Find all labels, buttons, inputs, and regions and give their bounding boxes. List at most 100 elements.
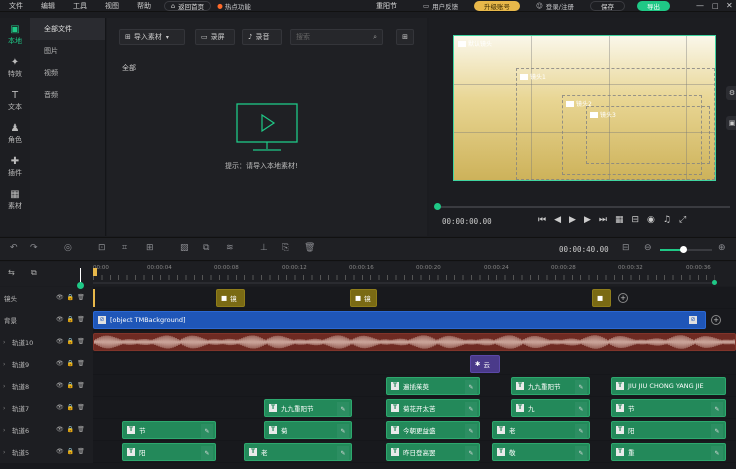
edit-pen-icon[interactable]: ✎ xyxy=(201,446,213,460)
track-controls[interactable]: 👁🔒🗑 xyxy=(56,338,88,345)
background-clip[interactable]: ⊘ [object TMBackground] ⊘ xyxy=(93,311,706,329)
upgrade-button[interactable]: 升级账号 xyxy=(474,0,520,11)
record-icon[interactable]: ◎ xyxy=(64,243,72,253)
edit-pen-icon[interactable]: ✎ xyxy=(575,402,587,416)
menu-tools[interactable]: 工具 xyxy=(64,1,96,11)
menu-help[interactable]: 帮助 xyxy=(128,1,160,11)
text-clip[interactable]: T 阳 ✎ xyxy=(122,443,216,461)
text-clip[interactable]: T 节 ✎ xyxy=(611,399,726,417)
track-controls[interactable]: 👁🔒🗑 xyxy=(56,360,88,367)
grid-overlay-icon[interactable]: ▦ xyxy=(615,215,624,225)
edit-pen-icon[interactable]: ✎ xyxy=(711,424,723,438)
fit-timeline-icon[interactable]: ⊟ xyxy=(622,243,630,253)
text-clip[interactable]: T 九 ✎ xyxy=(511,399,590,417)
snap-icon[interactable]: ⇆ xyxy=(8,268,15,277)
edit-pen-icon[interactable]: ✎ xyxy=(337,446,349,460)
audio-clip[interactable] xyxy=(93,333,736,351)
edit-pen-icon[interactable]: ✎ xyxy=(201,424,213,438)
nav-effects[interactable]: ✦ 特效 xyxy=(0,51,30,84)
volume-icon[interactable]: ♫ xyxy=(663,215,671,225)
edit-pen-icon[interactable]: ✎ xyxy=(465,446,477,460)
nav-local[interactable]: ▣ 本地 xyxy=(0,18,30,51)
import-media-button[interactable]: ⊞ 导入素材 ▾ xyxy=(119,29,185,45)
timeline-ruler[interactable]: ⇆ ⧉ 00:00 00:00:04 00:00:08 00:00:12 00:… xyxy=(0,262,736,286)
step-forward-icon[interactable]: ▶ xyxy=(584,215,591,225)
timeline-end-marker[interactable] xyxy=(712,280,717,285)
login-button[interactable]: ☺ 登录/注册 xyxy=(536,1,574,11)
zoom-slider-handle[interactable] xyxy=(680,246,687,253)
text-clip[interactable]: T 节 ✎ xyxy=(122,421,216,439)
text-clip[interactable]: T 老 ✎ xyxy=(244,443,352,461)
edit-pen-icon[interactable]: ✎ xyxy=(711,402,723,416)
track-controls[interactable]: 👁🔒🗑 xyxy=(56,448,88,455)
preview-progress-handle[interactable] xyxy=(434,203,441,210)
record-screen-button[interactable]: ▭ 录屏 xyxy=(195,29,235,45)
nav-text[interactable]: T 文本 xyxy=(0,84,30,117)
hot-features-button[interactable]: ● 热点功能 xyxy=(217,1,251,11)
category-images[interactable]: 图片 xyxy=(30,40,105,62)
add-background-icon[interactable]: + xyxy=(711,315,721,325)
text-clip[interactable]: T 老 ✎ xyxy=(492,421,590,439)
maximize-icon[interactable]: □ xyxy=(712,2,719,10)
camera-clip[interactable]: ■ xyxy=(592,289,611,307)
menu-edit[interactable]: 编辑 xyxy=(32,1,64,11)
category-videos[interactable]: 视频 xyxy=(30,62,105,84)
edit-pen-icon[interactable]: ✎ xyxy=(465,380,477,394)
fit-icon[interactable]: ⊟ xyxy=(632,215,640,225)
menu-file[interactable]: 文件 xyxy=(0,1,32,11)
edit-pen-icon[interactable]: ✎ xyxy=(465,402,477,416)
edit-pen-icon[interactable]: ✎ xyxy=(711,446,723,460)
edit-pen-icon[interactable]: ✎ xyxy=(337,402,349,416)
feedback-button[interactable]: ▭ 用户反馈 xyxy=(423,1,458,11)
snapshot-icon[interactable]: ◉ xyxy=(647,215,655,225)
record-audio-button[interactable]: ♪ 录音 xyxy=(242,29,282,45)
split-icon[interactable]: ⊞ xyxy=(146,243,154,253)
timeline-start-marker[interactable] xyxy=(93,268,97,276)
track-controls[interactable]: 👁🔒🗑 xyxy=(56,382,88,389)
edit-pen-icon[interactable]: ✎ xyxy=(575,424,587,438)
text-clip[interactable]: T 昨日登高罢 ✎ xyxy=(386,443,480,461)
fullscreen-icon[interactable]: ⤢ xyxy=(679,215,686,225)
side-tool-icon[interactable]: ⚙ xyxy=(726,86,736,100)
zoom-out-icon[interactable]: ⊖ xyxy=(644,243,652,253)
lock-side-icon[interactable]: ▣ xyxy=(726,116,736,130)
text-clip[interactable]: T 九九重阳节 ✎ xyxy=(264,399,352,417)
text-clip[interactable]: T 遍插茱萸 ✎ xyxy=(386,377,480,395)
cut-icon[interactable]: ⊥ xyxy=(260,243,268,253)
layers-icon[interactable]: ≋ xyxy=(226,243,234,253)
search-icon[interactable]: ⌕ xyxy=(373,33,377,42)
text-clip[interactable]: T JIU JIU CHONG YANG JIE xyxy=(611,377,726,395)
zoom-in-icon[interactable]: ⊕ xyxy=(718,243,726,253)
text-clip[interactable]: T 菊 ✎ xyxy=(264,421,352,439)
text-clip[interactable]: T 重 ✎ xyxy=(611,443,726,461)
back-home-button[interactable]: ⌂ 返回首页 xyxy=(164,0,212,11)
text-clip[interactable]: T 菊花开太苦 ✎ xyxy=(386,399,480,417)
camera-clip[interactable]: ■ 镜 xyxy=(216,289,245,307)
menu-view[interactable]: 视图 xyxy=(96,1,128,11)
duplicate-icon[interactable]: ⧉ xyxy=(203,243,209,253)
category-audio[interactable]: 音频 xyxy=(30,84,105,106)
grid-view-button[interactable]: ⊞ xyxy=(396,29,414,45)
text-clip[interactable]: T 九九重阳节 ✎ xyxy=(511,377,590,395)
crop-icon[interactable]: ⌗ xyxy=(122,243,127,253)
play-icon[interactable]: ▶ xyxy=(569,215,576,225)
edit-pen-icon[interactable]: ✎ xyxy=(337,424,349,438)
preview-progress-bar[interactable] xyxy=(437,206,730,208)
text-clip[interactable]: T 阳 ✎ xyxy=(611,421,726,439)
text-clip[interactable]: T 今朝更益盛 ✎ xyxy=(386,421,480,439)
effect-clip[interactable]: ✱ 云 xyxy=(470,355,500,373)
text-clip[interactable]: T 敬 ✎ xyxy=(492,443,590,461)
link-icon[interactable]: ⧉ xyxy=(31,268,37,278)
track-controls[interactable]: 👁🔒🗑 xyxy=(56,426,88,433)
playhead-handle[interactable] xyxy=(77,282,84,289)
background-edit-icon[interactable]: ⊘ xyxy=(689,316,697,324)
nav-assets[interactable]: ▦ 素材 xyxy=(0,183,30,216)
add-camera-icon[interactable]: + xyxy=(618,293,628,303)
track-controls[interactable]: 👁🔒🗑 xyxy=(56,404,88,411)
preview-canvas[interactable]: 默认镜头 镜头1 镜头2 镜头3 xyxy=(453,35,716,181)
close-icon[interactable]: ✕ xyxy=(726,1,733,10)
shot-frame-3[interactable]: 镜头3 xyxy=(586,106,710,164)
nav-characters[interactable]: ♟ 角色 xyxy=(0,117,30,150)
track-controls[interactable]: 👁🔒🗑 xyxy=(56,316,88,323)
skip-start-icon[interactable]: ⏮ xyxy=(538,215,546,225)
